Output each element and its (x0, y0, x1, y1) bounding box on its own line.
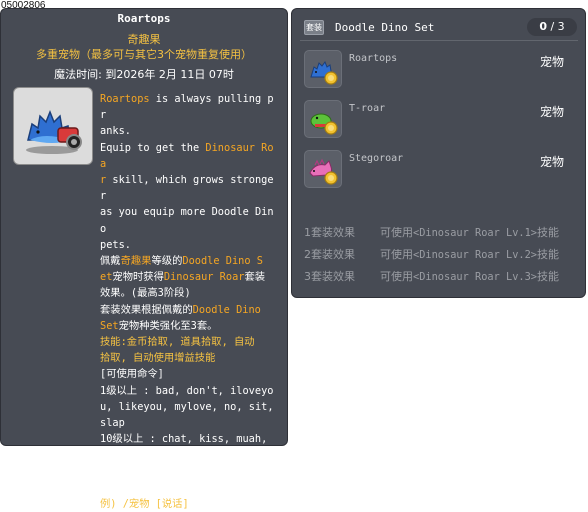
desc-skills: 拾取, 自动使用增益技能 (100, 352, 216, 365)
desc-set-name: Set (100, 319, 119, 332)
desc-skill-name: Dinosaur Roar (163, 271, 245, 284)
set-effect-prefix: 可使用 (380, 248, 413, 261)
desc-set-name: et (100, 271, 113, 284)
desc-tip: 。 (100, 481, 111, 494)
set-effect-suffix: 技能 (537, 226, 559, 239)
desc-text: 1级以上 : bad, don't, iloveyo (100, 384, 274, 397)
desc-grade: 奇趣果 (120, 255, 152, 268)
green-dino-pet-icon (310, 113, 338, 135)
set-count: 0 / 3 (527, 18, 577, 36)
set-count-total: 3 (557, 20, 565, 33)
set-effect-suffix: 技能 (537, 248, 559, 261)
set-effect-prefix: 可使用 (380, 226, 413, 239)
desc-text: Equip to get the (100, 141, 206, 154)
set-count-sep: / (546, 20, 558, 33)
desc-text: slap (100, 417, 125, 430)
pink-dino-pet-icon (309, 158, 338, 185)
desc-example: 例) /宠物 [说话] (100, 498, 189, 511)
item-grade: 奇趣果 (127, 33, 161, 46)
roartops-pet-image (13, 87, 93, 165)
set-item-name: Stegoroar (349, 153, 404, 164)
set-effect-label: 1套装效果 (304, 226, 355, 239)
item-tooltip: Roartops 奇趣果 多重宠物（最多可与其它3个宠物重复使用） 魔法时间: … (0, 8, 288, 510)
desc-text: 套装 (244, 271, 266, 284)
set-item-type: 宠物 (539, 55, 564, 69)
set-item-stegoroar: Stegoroar 宠物 (304, 150, 576, 190)
set-badge: 套装 (304, 20, 324, 35)
desc-skills: 技能:金币拾取, 道具拾取, 自动 (100, 336, 255, 349)
desc-text: poop, say, smooch, talk (100, 449, 243, 462)
divider (300, 40, 578, 41)
set-effect-label: 3套装效果 (304, 270, 355, 283)
item-thumb (304, 100, 342, 138)
set-item-t-roar: T-roar 宠物 (304, 100, 576, 140)
desc-text: as you equip more Doodle Dino (100, 206, 274, 235)
set-panel: 套装 Doodle Dino Set 0 / 3 Roartops 宠物 T-r… (291, 8, 586, 298)
set-name: Doodle Dino Set (335, 21, 435, 34)
desc-pet-name: Roartops (100, 93, 150, 105)
set-effect-prefix: 可使用 (380, 270, 413, 283)
desc-text: 10级以上 : chat, kiss, muah, (100, 433, 268, 446)
item-multi-pet-tag: 多重宠物（最多可与其它3个宠物重复使用） (36, 48, 252, 61)
desc-text: 等级的 (151, 255, 183, 268)
desc-set-name: Doodle Dino (192, 303, 261, 316)
set-effect-skill: <Dinosaur Roar Lv.3> (413, 271, 537, 283)
desc-text: anks. (100, 125, 131, 138)
desc-text: u, likeyou, mylove, no, sit, (100, 400, 274, 413)
magic-time: 魔法时间: 到2026年 2月 11日 07时 (54, 68, 234, 81)
set-item-name: Roartops (349, 53, 398, 64)
set-item-type: 宠物 (539, 155, 564, 169)
set-effect-skill: <Dinosaur Roar Lv.2> (413, 249, 537, 261)
blue-dino-pet-icon (310, 60, 338, 85)
desc-text: 佩戴 (100, 255, 121, 268)
blue-dino-pet-icon (26, 109, 82, 154)
item-thumb (304, 50, 342, 88)
desc-text: 宠物时获得 (112, 271, 164, 284)
desc-commands-header: [可使用命令] (100, 368, 164, 381)
desc-text: 宠物种类强化至3套。 (118, 319, 218, 332)
item-thumb (304, 150, 342, 188)
set-effect-skill: <Dinosaur Roar Lv.1> (413, 227, 537, 239)
set-count-have: 0 (539, 20, 547, 33)
item-description: Roartops is always pulling pr anks. Equi… (100, 91, 278, 512)
desc-set-name: Doodle Dino S (182, 255, 263, 268)
desc-text: 套装效果根据佩戴的 (100, 303, 193, 316)
set-effect-suffix: 技能 (537, 270, 559, 283)
desc-text: pets. (100, 238, 131, 251)
set-item-roartops: Roartops 宠物 (304, 50, 576, 90)
set-effect-label: 2套装效果 (304, 248, 355, 261)
set-item-name: T-roar (349, 103, 386, 114)
item-title: Roartops (117, 12, 171, 25)
desc-tip: Tip. 宠物达到15级时可特定说话 (100, 465, 257, 478)
desc-text: skill, which grows stronger (100, 174, 274, 203)
set-item-type: 宠物 (539, 105, 564, 119)
desc-text: 效果。(最高3阶段) (100, 287, 191, 300)
